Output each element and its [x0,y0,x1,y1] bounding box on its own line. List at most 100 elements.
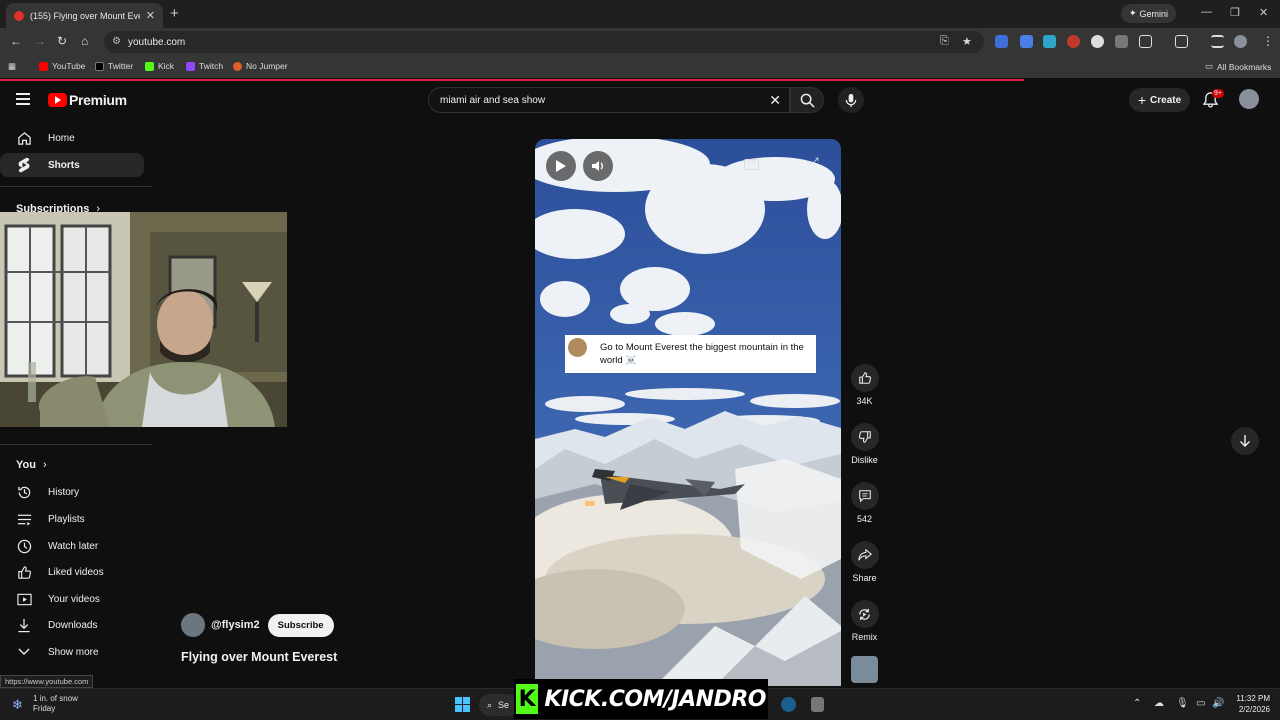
clock-time: 11:32 PM [1236,694,1270,703]
system-clock[interactable]: 11:32 PM 2/2/2026 [1224,693,1270,715]
remix-label: Remix [851,632,878,642]
address-toolbar: ← → ↻ ⌂ ⚙ youtube.com ⎘ ★ ⋮ [0,28,1280,56]
sidebar-item-label: Show more [48,646,99,658]
thumbs-up-icon [16,564,32,580]
sidebar-item-shorts[interactable]: Shorts [0,153,144,177]
fullscreen-icon[interactable]: ⤢ [809,155,819,170]
bookmark-twitch[interactable]: Twitch [186,61,223,71]
comment-count: 542 [856,514,873,524]
comment-icon [858,490,871,503]
apps-grid-icon[interactable]: ▦ [8,61,16,72]
snowflake-weather-icon[interactable]: ❄ [12,697,23,713]
minimize-icon[interactable]: — [1201,6,1212,18]
menu-dots-icon[interactable]: ⋮ [1262,34,1274,48]
sidebar-item-label: Home [48,132,75,144]
bookmark-youtube[interactable]: YouTube [39,61,85,71]
home-button-icon[interactable]: ⌂ [81,34,88,48]
extension-icon[interactable] [1091,35,1104,48]
share-icon [857,548,872,561]
clear-search-icon[interactable]: ✕ [769,92,781,109]
next-video-button[interactable] [1231,427,1259,455]
gemini-button[interactable]: ✦ Gemini [1121,4,1176,23]
back-icon[interactable]: ← [10,34,22,48]
new-tab-button[interactable]: + [170,5,179,22]
tray-chevron-up-icon[interactable]: ⌃ [1133,698,1141,709]
you-heading[interactable]: You › [16,459,47,471]
windows-start-icon[interactable] [455,697,470,712]
close-tab-icon[interactable]: ✕ [146,9,155,22]
extensions-puzzle-icon[interactable] [1139,35,1152,48]
steam-icon[interactable] [781,697,796,712]
create-button[interactable]: + Create [1129,88,1190,112]
extension-icon[interactable] [1020,35,1033,48]
extension-icon[interactable] [995,35,1008,48]
search-input[interactable]: miami air and sea show [440,95,545,106]
comments-button[interactable]: 542 [840,482,889,524]
search-button[interactable] [790,87,824,113]
install-app-icon[interactable]: ⎘ [940,35,949,48]
sidebar-item-history[interactable]: History [0,480,144,504]
account-avatar[interactable] [1239,89,1259,109]
channel-info: @flysim2 Subscribe [181,613,334,637]
profile-avatar-icon[interactable] [1234,35,1247,48]
forward-icon[interactable]: → [34,34,46,48]
weather-widget[interactable]: 1 in. of snow Friday [33,694,78,714]
channel-name[interactable]: @flysim2 [211,619,260,631]
split-view-icon[interactable] [1175,35,1188,48]
bookmark-no-jumper[interactable]: No Jumper [233,61,288,71]
sidebar-item-home[interactable]: Home [0,126,144,150]
media-icon[interactable] [1211,35,1224,48]
extension-icon[interactable] [1043,35,1056,48]
sidebar-item-downloads[interactable]: Downloads [0,613,144,637]
sidebar-item-your-videos[interactable]: Your videos [0,587,144,611]
tab-title: (155) Flying over Mount Eve [30,10,140,21]
site-info-icon[interactable]: ⚙ [112,36,121,47]
history-icon [16,484,32,500]
sidebar-item-label: Playlists [48,513,85,525]
play-button[interactable] [546,151,576,181]
shorts-video-player[interactable]: CC ⋮ ⤢ [535,139,841,686]
youtube-play-logo-icon [48,93,67,107]
share-button[interactable]: Share [840,541,889,583]
omnibox[interactable]: ⚙ youtube.com ⎘ ★ [104,31,984,53]
youtube-premium-logo[interactable]: Premium [48,92,127,108]
all-bookmarks[interactable]: ▭ All Bookmarks [1205,61,1271,72]
extension-icon[interactable] [1067,35,1080,48]
voice-search-button[interactable] [838,87,864,113]
browser-tab[interactable]: (155) Flying over Mount Eve ✕ [6,3,163,28]
extension-icon[interactable] [1115,35,1128,48]
volume-button[interactable] [583,151,613,181]
sidebar-item-liked-videos[interactable]: Liked videos [0,560,144,584]
app-icon[interactable] [811,697,824,712]
display-icon[interactable]: ▭ [1196,698,1205,709]
weather-day: Friday [33,704,56,713]
bookmark-kick[interactable]: Kick [145,61,174,71]
channel-avatar[interactable] [181,613,205,637]
bookmark-star-icon[interactable]: ★ [962,35,972,48]
dislike-button[interactable]: Dislike [840,423,889,465]
sidebar-item-show-more[interactable]: Show more [0,640,144,664]
like-button[interactable]: 34K [840,364,889,406]
restore-icon[interactable]: ❐ [1230,6,1240,19]
hamburger-menu-icon[interactable] [16,93,30,105]
sidebar-divider [0,444,152,445]
reload-icon[interactable]: ↻ [57,34,67,48]
mic-tray-icon[interactable]: 🎙 [1176,698,1189,709]
taskbar-search[interactable]: ⌕ Se [479,694,519,716]
sidebar-item-playlists[interactable]: Playlists [0,507,144,531]
search-box[interactable]: miami air and sea show ✕ [428,87,790,113]
remix-button[interactable]: Remix [840,600,889,642]
captions-icon[interactable]: CC [744,159,759,170]
close-window-icon[interactable]: ✕ [1259,6,1268,19]
bookmark-twitter[interactable]: Twitter [95,61,133,71]
onedrive-icon[interactable]: ☁ [1154,698,1164,709]
volume-tray-icon[interactable]: 🔊 [1212,698,1224,709]
sidebar-item-watch-later[interactable]: Watch later [0,534,144,558]
sound-thumbnail[interactable] [851,656,878,683]
subscribe-button[interactable]: Subscribe [267,613,334,637]
search-icon [800,93,815,108]
notification-count-badge: 9+ [1212,89,1224,98]
twitch-icon [186,61,195,71]
no-jumper-icon [233,61,242,71]
more-options-icon[interactable]: ⋮ [781,156,794,172]
